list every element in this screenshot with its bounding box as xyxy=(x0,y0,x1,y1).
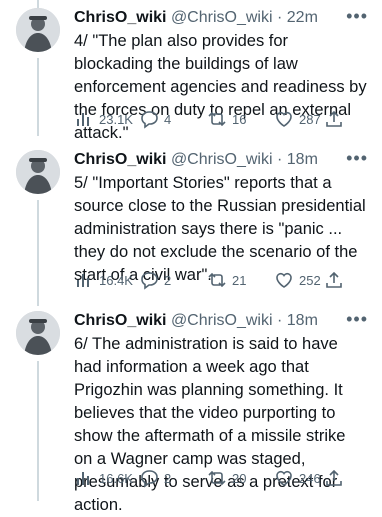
views-count: 16.4K xyxy=(99,272,133,288)
timestamp[interactable]: 18m xyxy=(287,312,318,329)
retweet-count: 16 xyxy=(232,111,247,127)
more-icon[interactable]: ••• xyxy=(346,148,368,169)
like-icon xyxy=(276,470,292,486)
user-handle[interactable]: @ChrisO_wiki xyxy=(171,151,273,168)
more-icon[interactable]: ••• xyxy=(346,309,368,330)
avatar[interactable] xyxy=(16,8,60,52)
like-count: 252 xyxy=(299,272,321,288)
views-button[interactable]: 16.6K xyxy=(74,467,133,489)
like-count: 246 xyxy=(299,470,321,486)
views-icon xyxy=(77,472,89,485)
display-name[interactable]: ChrisO_wiki xyxy=(74,151,166,168)
views-count: 16.6K xyxy=(99,470,133,486)
share-button[interactable] xyxy=(324,108,344,130)
share-icon xyxy=(326,271,342,288)
views-icon xyxy=(77,113,89,126)
share-button[interactable] xyxy=(324,269,344,291)
retweet-icon xyxy=(208,111,226,127)
timestamp[interactable]: 18m xyxy=(287,151,318,168)
tweet-header: ChrisO_wiki @ChrisO_wiki · 18m xyxy=(74,150,374,172)
reply-icon xyxy=(141,272,158,290)
separator-dot: · xyxy=(276,151,283,168)
display-name[interactable]: ChrisO_wiki xyxy=(74,9,166,26)
action-bar: 23.1K 4 16 287 xyxy=(74,108,368,132)
views-count: 23.1K xyxy=(99,111,133,127)
retweet-count: 20 xyxy=(232,470,247,486)
separator-dot: · xyxy=(276,312,283,329)
like-icon xyxy=(276,111,292,127)
more-icon[interactable]: ••• xyxy=(346,6,368,27)
thread-connector xyxy=(37,200,39,306)
separator-dot: · xyxy=(276,9,283,26)
reply-count: 2 xyxy=(164,272,172,288)
reply-icon xyxy=(141,470,158,488)
tweet-thread: ChrisO_wiki @ChrisO_wiki · 22m ••• 4/ "T… xyxy=(0,0,382,514)
avatar[interactable] xyxy=(16,150,60,194)
thread-connector xyxy=(37,0,39,8)
retweet-button[interactable]: 16 xyxy=(207,108,246,130)
user-handle[interactable]: @ChrisO_wiki xyxy=(171,312,273,329)
user-handle[interactable]: @ChrisO_wiki xyxy=(171,9,273,26)
share-icon xyxy=(326,110,342,127)
views-button[interactable]: 23.1K xyxy=(74,108,133,130)
thread-connector xyxy=(37,58,39,136)
reply-icon xyxy=(141,111,158,129)
action-bar: 16.4K 2 21 252 xyxy=(74,269,368,293)
like-button[interactable]: 287 xyxy=(274,108,321,130)
share-button[interactable] xyxy=(324,467,344,489)
avatar[interactable] xyxy=(16,311,60,355)
action-bar: 16.6K 2 20 246 xyxy=(74,467,368,491)
views-button[interactable]: 16.4K xyxy=(74,269,133,291)
thread-connector xyxy=(37,361,39,501)
reply-count: 2 xyxy=(164,470,172,486)
like-button[interactable]: 246 xyxy=(274,467,321,489)
reply-button[interactable]: 2 xyxy=(139,269,171,291)
retweet-button[interactable]: 20 xyxy=(207,467,246,489)
like-icon xyxy=(276,272,292,288)
like-count: 287 xyxy=(299,111,321,127)
reply-button[interactable]: 2 xyxy=(139,467,171,489)
retweet-button[interactable]: 21 xyxy=(207,269,246,291)
timestamp[interactable]: 22m xyxy=(287,9,318,26)
reply-button[interactable]: 4 xyxy=(139,108,171,130)
tweet-header: ChrisO_wiki @ChrisO_wiki · 18m xyxy=(74,311,374,333)
retweet-count: 21 xyxy=(232,272,247,288)
retweet-icon xyxy=(208,470,226,486)
like-button[interactable]: 252 xyxy=(274,269,321,291)
tweet-header: ChrisO_wiki @ChrisO_wiki · 22m xyxy=(74,8,374,30)
share-icon xyxy=(326,469,342,486)
views-icon xyxy=(77,274,89,287)
retweet-icon xyxy=(208,272,226,288)
display-name[interactable]: ChrisO_wiki xyxy=(74,312,166,329)
reply-count: 4 xyxy=(164,111,172,127)
